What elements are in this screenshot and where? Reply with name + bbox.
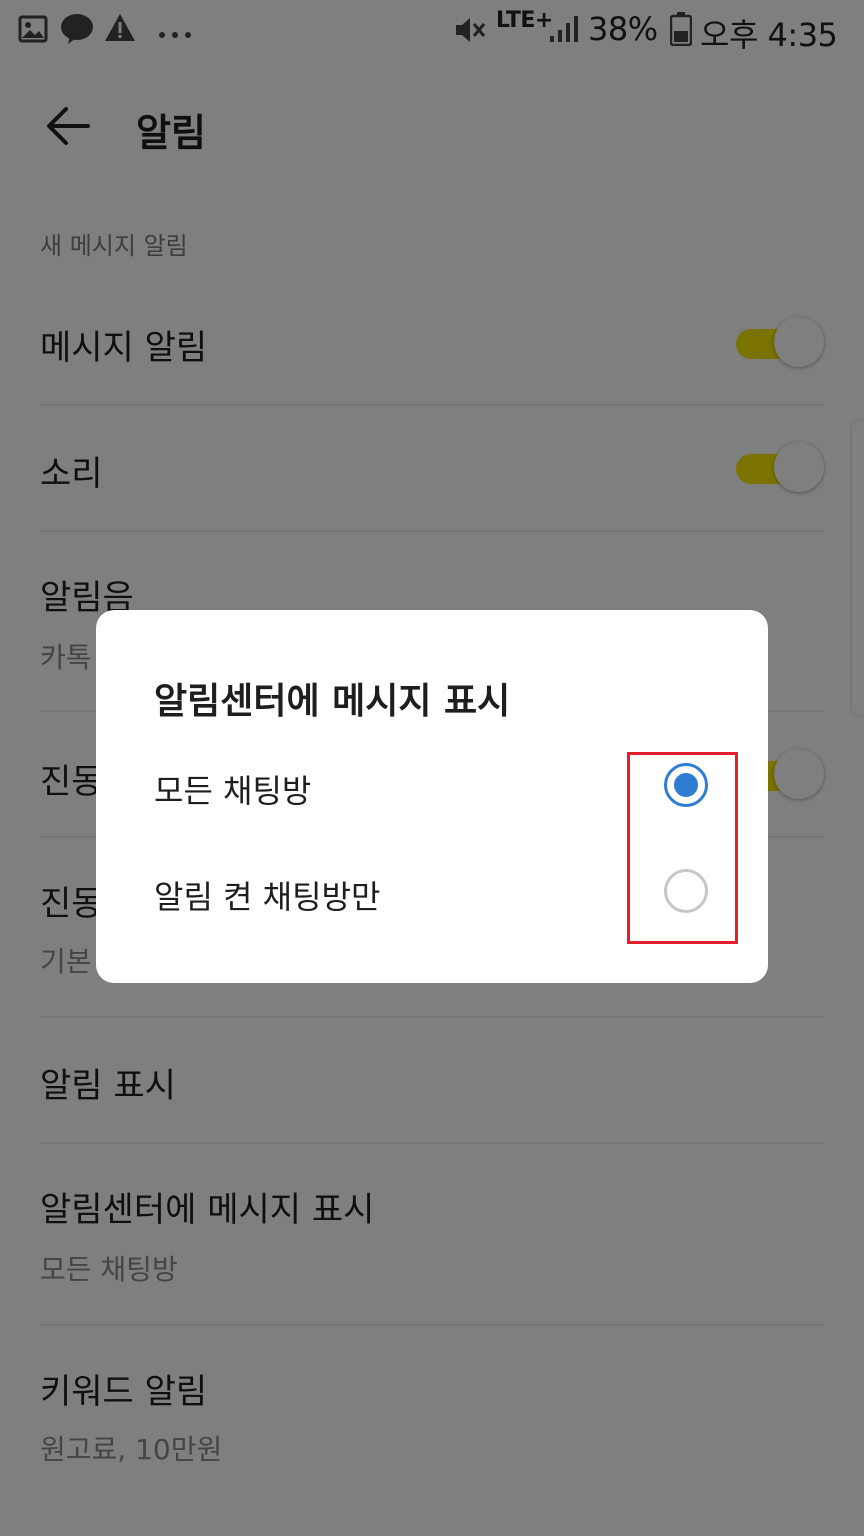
option-label: 모든 채팅방 [154,772,312,810]
dialog-title: 알림센터에 메시지 표시 [154,681,511,722]
option-label: 알림 켠 채팅방만 [154,878,381,916]
highlight-annotation-box [627,752,738,944]
